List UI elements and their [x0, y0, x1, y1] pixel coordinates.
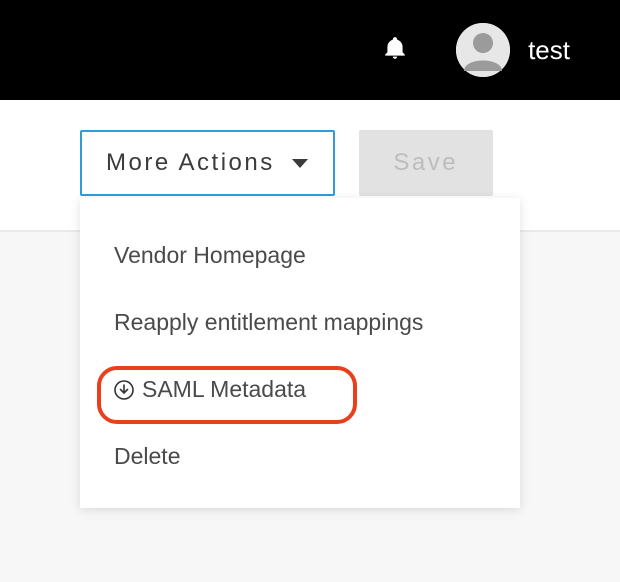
- username-label: test: [528, 35, 570, 66]
- user-menu[interactable]: test: [456, 23, 570, 77]
- avatar-icon: [456, 23, 510, 77]
- dropdown-item-label: Delete: [114, 443, 180, 470]
- dropdown-item-delete[interactable]: Delete: [80, 423, 520, 490]
- save-button: Save: [359, 130, 493, 196]
- download-icon: [114, 380, 134, 400]
- more-actions-dropdown: Vendor Homepage Reapply entitlement mapp…: [80, 198, 520, 508]
- top-nav-bar: test: [0, 0, 620, 100]
- dropdown-item-vendor-homepage[interactable]: Vendor Homepage: [80, 222, 520, 289]
- dropdown-item-reapply-entitlement-mappings[interactable]: Reapply entitlement mappings: [80, 289, 520, 356]
- more-actions-button[interactable]: More Actions: [80, 130, 335, 196]
- dropdown-item-saml-metadata[interactable]: SAML Metadata: [80, 356, 520, 423]
- dropdown-item-label: SAML Metadata: [142, 376, 306, 403]
- dropdown-item-label: Vendor Homepage: [114, 242, 306, 269]
- notifications-bell-icon[interactable]: [382, 33, 408, 68]
- dropdown-item-label: Reapply entitlement mappings: [114, 309, 423, 336]
- more-actions-label: More Actions: [106, 149, 275, 177]
- caret-down-icon: [291, 149, 309, 177]
- save-label: Save: [393, 149, 458, 177]
